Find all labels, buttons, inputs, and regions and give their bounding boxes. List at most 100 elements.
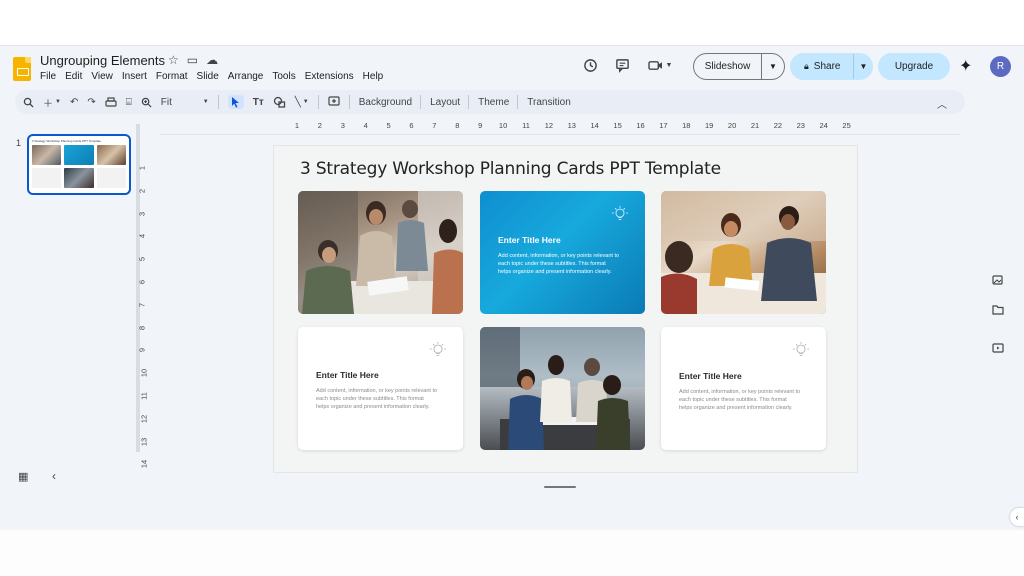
slides-logo-icon[interactable] — [13, 57, 31, 81]
card-title[interactable]: Enter Title Here — [679, 371, 742, 381]
slides-app: Ungrouping Elements ☆ ▭ ☁ File Edit View… — [0, 45, 1024, 530]
redo-icon[interactable]: ↷ — [87, 97, 95, 108]
card-body[interactable]: Add content, information, or key points … — [679, 388, 801, 413]
new-slide-icon[interactable]: ＋ ▼ — [43, 95, 61, 110]
upgrade-button[interactable]: Upgrade — [878, 53, 950, 80]
ruler-tick-label: 19 — [705, 121, 714, 130]
lightbulb-icon — [429, 341, 447, 356]
avatar[interactable]: R — [990, 56, 1011, 77]
toolbar-divider — [317, 95, 319, 109]
ruler-tick-label: 1 — [137, 165, 147, 171]
menu-tools[interactable]: Tools — [272, 71, 295, 82]
info-card-white-left[interactable]: Enter Title Here Add content, informatio… — [298, 327, 463, 450]
photo-card-discussion[interactable] — [661, 191, 826, 314]
theme-button[interactable]: Theme — [478, 97, 509, 108]
toolbar-divider — [348, 95, 350, 109]
line-icon[interactable]: ╲ ▼ — [295, 97, 309, 108]
share-label[interactable]: 🔒︎ Share — [790, 54, 854, 79]
paint-format-icon[interactable]: ⌸ — [126, 97, 132, 108]
slideshow-label[interactable]: Slideshow — [694, 54, 762, 79]
ruler-tick-label: 21 — [750, 121, 760, 130]
toolbar-divider — [468, 95, 470, 109]
cloud-status-icon[interactable]: ☁ — [206, 53, 218, 67]
ruler-tick-label: 13 — [139, 437, 149, 446]
menu-slide[interactable]: Slide — [197, 71, 219, 82]
slideshow-dropdown-icon[interactable]: ▼ — [762, 62, 784, 71]
ruler-tick-label: 2 — [137, 188, 147, 193]
thumb-cell — [32, 145, 62, 165]
ruler-tick-label: 22 — [773, 121, 783, 130]
card-title[interactable]: Enter Title Here — [498, 235, 561, 245]
comments-icon[interactable] — [611, 54, 633, 76]
background-button[interactable]: Background — [359, 97, 412, 108]
menu-view[interactable]: View — [91, 71, 113, 82]
share-dropdown-icon[interactable]: ▼ — [854, 62, 873, 71]
ruler-tick-label: 4 — [137, 234, 147, 239]
version-history-icon[interactable] — [579, 54, 601, 76]
search-menus-icon[interactable] — [23, 97, 34, 108]
ruler-tick-label: 14 — [590, 121, 599, 130]
slide-title[interactable]: 3 Strategy Workshop Planning Cards PPT T… — [300, 159, 721, 179]
folder-icon[interactable] — [988, 304, 1008, 322]
image-add-icon[interactable] — [988, 274, 1008, 292]
text-box-icon[interactable]: Tт — [253, 97, 264, 108]
ruler-tick-label: 8 — [137, 325, 147, 330]
slide-thumbnail[interactable]: 3 Strategy Workshop Planning Cards PPT T… — [27, 134, 131, 195]
menu-insert[interactable]: Insert — [122, 71, 147, 82]
toolbar: ＋ ▼ ↶ ↷ ⌸ Fit ▼ Tт ╲ ▼ Background Layout Th… — [15, 90, 965, 114]
ruler-tick-label: 18 — [682, 121, 691, 130]
gemini-sparkle-icon[interactable]: ✦ — [959, 56, 972, 76]
ruler-tick-label: 24 — [819, 121, 828, 130]
ruler-tick-label: 5 — [386, 121, 391, 130]
photo-card-brainstorm[interactable] — [480, 327, 645, 450]
ruler-tick-label: 10 — [498, 121, 508, 130]
ruler-tick-label: 13 — [567, 121, 576, 130]
chevron-left-icon[interactable]: ‹ — [52, 469, 56, 483]
photo-card-team-meeting[interactable] — [298, 191, 463, 314]
meet-camera-icon[interactable]: ▼ — [645, 54, 675, 76]
document-title[interactable]: Ungrouping Elements — [40, 53, 165, 68]
ruler-baseline — [160, 134, 960, 135]
info-card-white-right[interactable]: Enter Title Here Add content, informatio… — [661, 327, 826, 450]
star-icon[interactable]: ☆ — [168, 53, 179, 67]
menu-arrange[interactable]: Arrange — [228, 71, 264, 82]
chevron-up-icon[interactable]: ︿ — [937, 96, 947, 111]
share-button[interactable]: 🔒︎ Share ▼ — [790, 53, 873, 80]
card-title[interactable]: Enter Title Here — [316, 370, 379, 380]
thumb-cell — [64, 168, 94, 188]
vertical-ruler[interactable]: 1 2 3 4 5 6 7 8 9 10 11 12 13 14 — [137, 144, 152, 474]
side-panel-icons — [988, 274, 1008, 360]
speaker-notes-drag-handle[interactable] — [544, 486, 576, 488]
grid-view-icon[interactable]: ▦ — [18, 470, 28, 483]
select-tool-icon[interactable] — [227, 95, 244, 109]
menu-extensions[interactable]: Extensions — [305, 71, 354, 82]
zoom-icon[interactable] — [141, 97, 152, 108]
side-panel-toggle-icon[interactable]: ‹ — [1010, 508, 1024, 526]
ruler-tick-label: 6 — [409, 121, 414, 130]
menu-help[interactable]: Help — [363, 71, 384, 82]
menu-file[interactable]: File — [40, 71, 56, 82]
menu-format[interactable]: Format — [156, 71, 188, 82]
print-icon[interactable] — [105, 96, 117, 108]
shape-icon[interactable] — [273, 96, 286, 108]
info-card-blue[interactable]: Enter Title Here Add content, informatio… — [480, 191, 645, 314]
slideshow-button[interactable]: Slideshow ▼ — [693, 53, 785, 80]
comment-add-icon[interactable] — [328, 96, 340, 108]
transition-button[interactable]: Transition — [527, 97, 571, 108]
slide-canvas[interactable]: 3 Strategy Workshop Planning Cards PPT T… — [274, 146, 857, 472]
undo-icon[interactable]: ↶ — [70, 97, 78, 108]
zoom-select[interactable]: Fit ▼ — [161, 97, 209, 108]
ruler-tick-label: 8 — [455, 121, 460, 130]
move-folder-icon[interactable]: ▭ — [187, 53, 198, 67]
ruler-tick-label: 3 — [340, 121, 345, 130]
menu-edit[interactable]: Edit — [65, 71, 82, 82]
horizontal-ruler[interactable]: 1 2 3 4 5 6 7 8 9 10 11 12 13 14 15 16 17 18 19 20 21 22 23 24 2… — [278, 120, 858, 132]
header-actions: ▼ — [579, 54, 675, 76]
browser-bottom-area — [0, 530, 1024, 576]
ruler-tick-label: 16 — [636, 121, 645, 130]
card-body[interactable]: Add content, information, or key points … — [316, 387, 438, 412]
layout-button[interactable]: Layout — [430, 97, 460, 108]
toolbar-divider — [217, 95, 219, 109]
video-add-icon[interactable] — [988, 342, 1008, 360]
card-body[interactable]: Add content, information, or key points … — [498, 252, 620, 277]
